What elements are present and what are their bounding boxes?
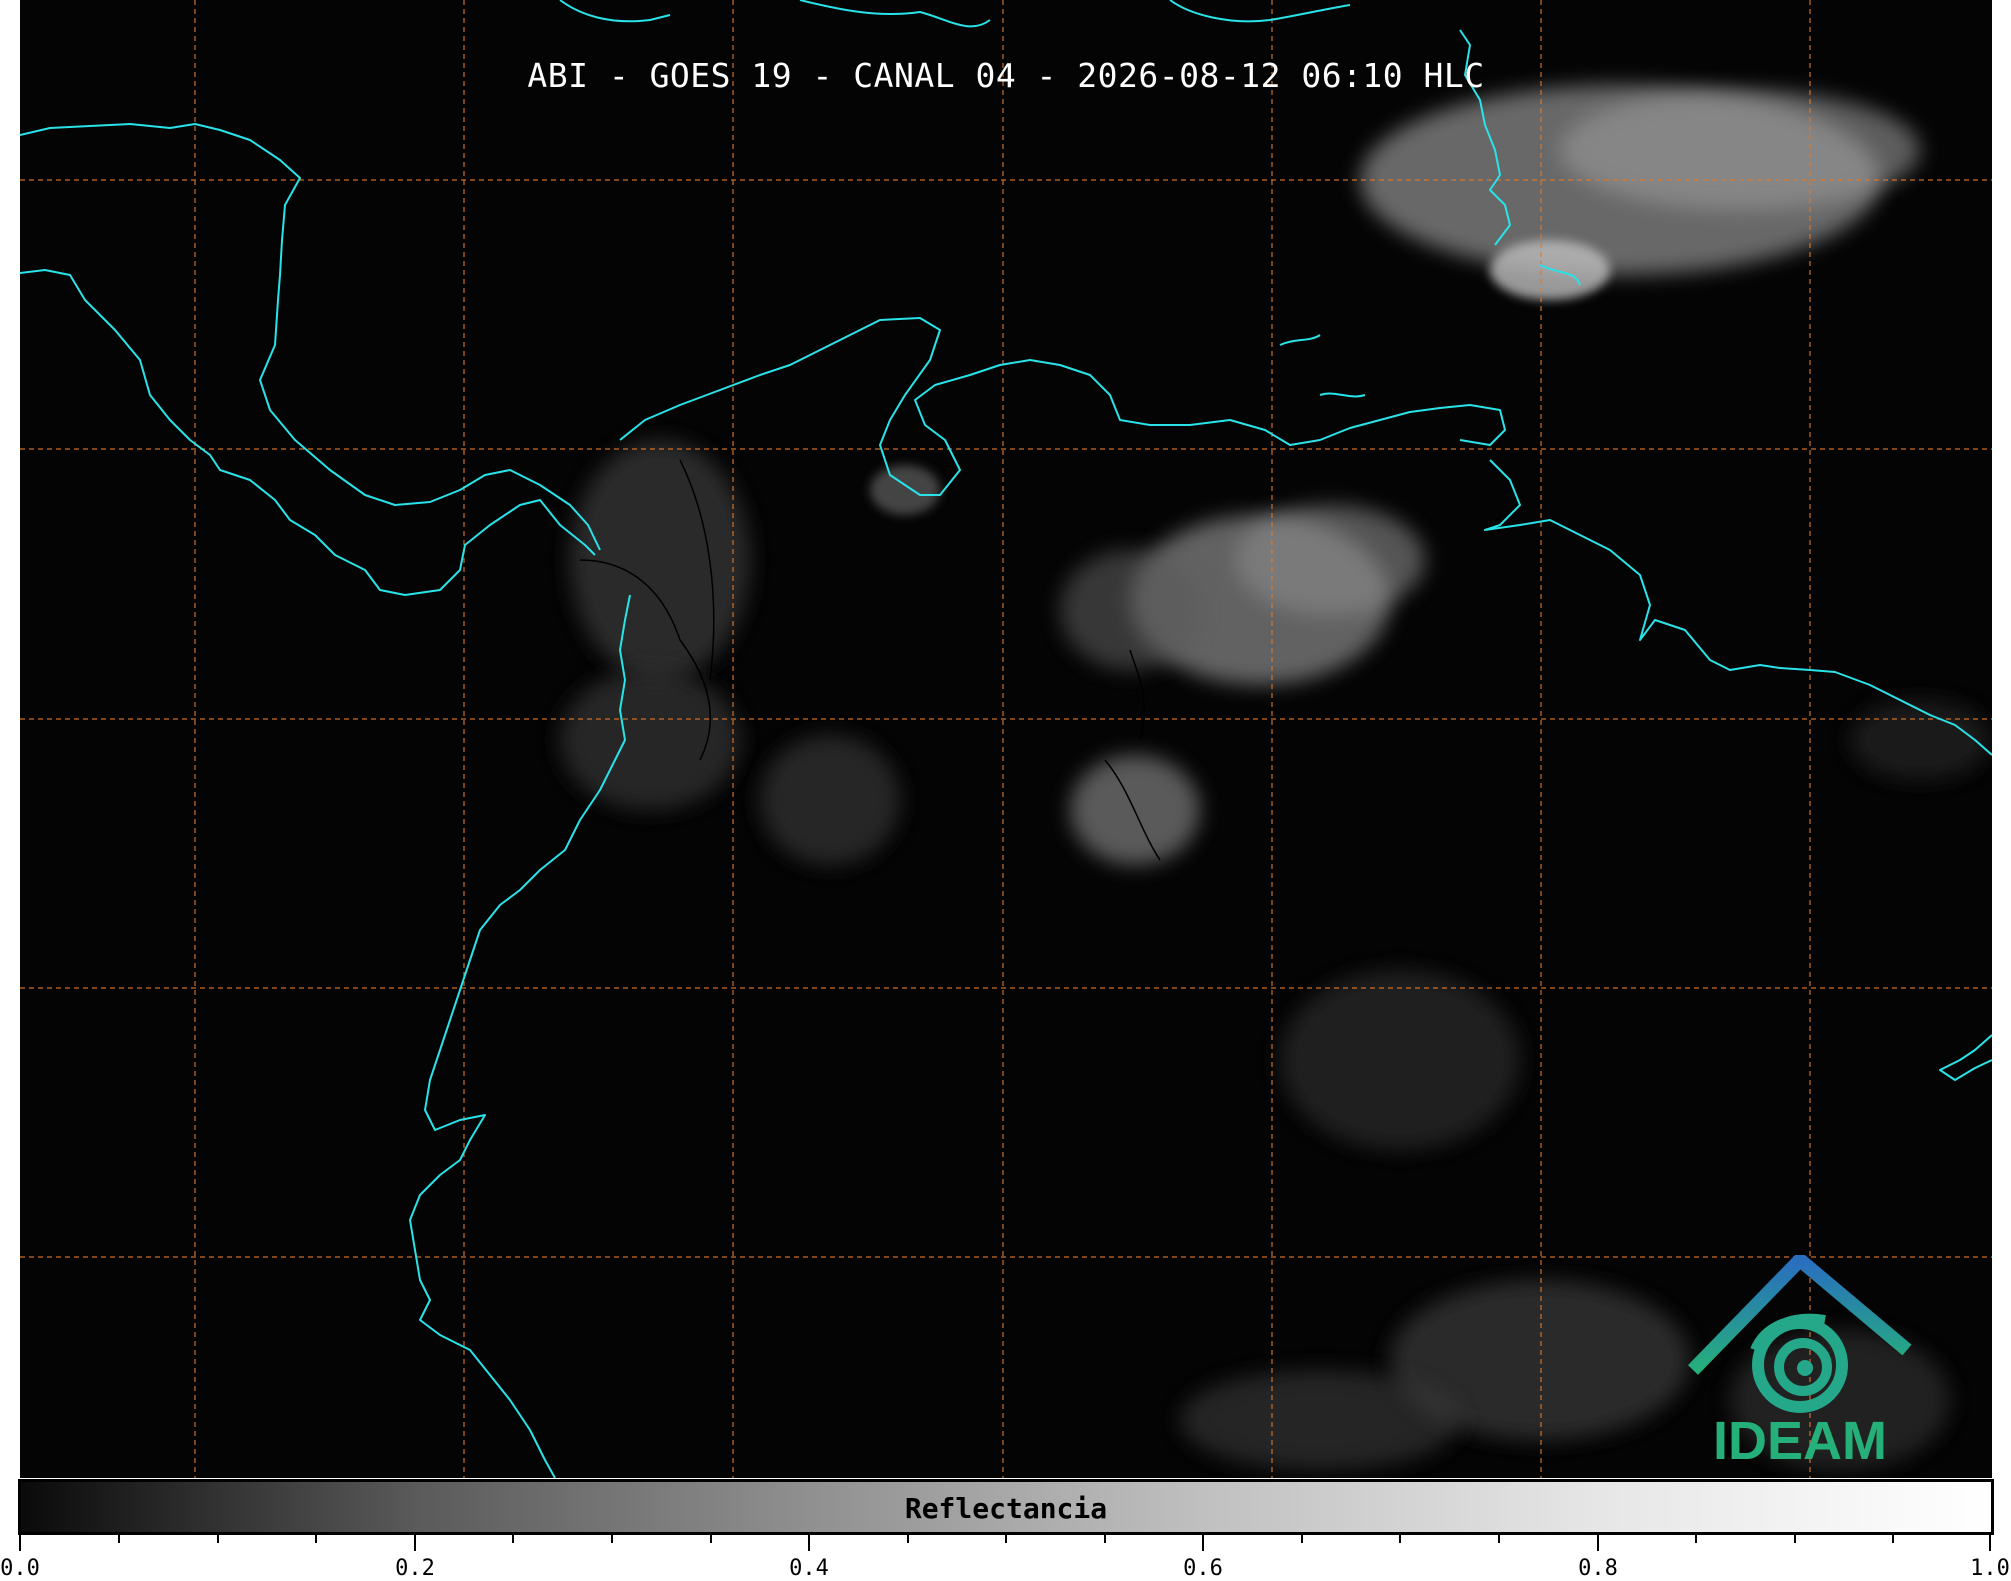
logo-text: IDEAM: [1713, 1411, 1887, 1471]
ideam-emblem-icon: [1687, 1250, 1912, 1413]
colorbar-tick-label: 0.6: [1183, 1556, 1223, 1581]
colorbar-tick-label: 0.8: [1578, 1556, 1618, 1581]
satellite-map[interactable]: ABI - GOES 19 - CANAL 04 - 2026-08-12 06…: [20, 0, 1992, 1478]
map-title: ABI - GOES 19 - CANAL 04 - 2026-08-12 06…: [527, 56, 1485, 95]
colorbar-label: Reflectancia: [904, 1492, 1108, 1525]
colorbar-tick-label: 0.2: [395, 1556, 435, 1581]
colorbar-tick-label: 0.4: [789, 1556, 829, 1581]
colorbar-tick-label: 0.0: [0, 1556, 40, 1581]
ideam-logo: IDEAM: [1685, 1250, 1915, 1475]
colorbar-ticks: [19, 1535, 1991, 1551]
colorbar: Reflectancia: [18, 1479, 1994, 1535]
colorbar-tick-label: 1.0: [1970, 1556, 2010, 1581]
